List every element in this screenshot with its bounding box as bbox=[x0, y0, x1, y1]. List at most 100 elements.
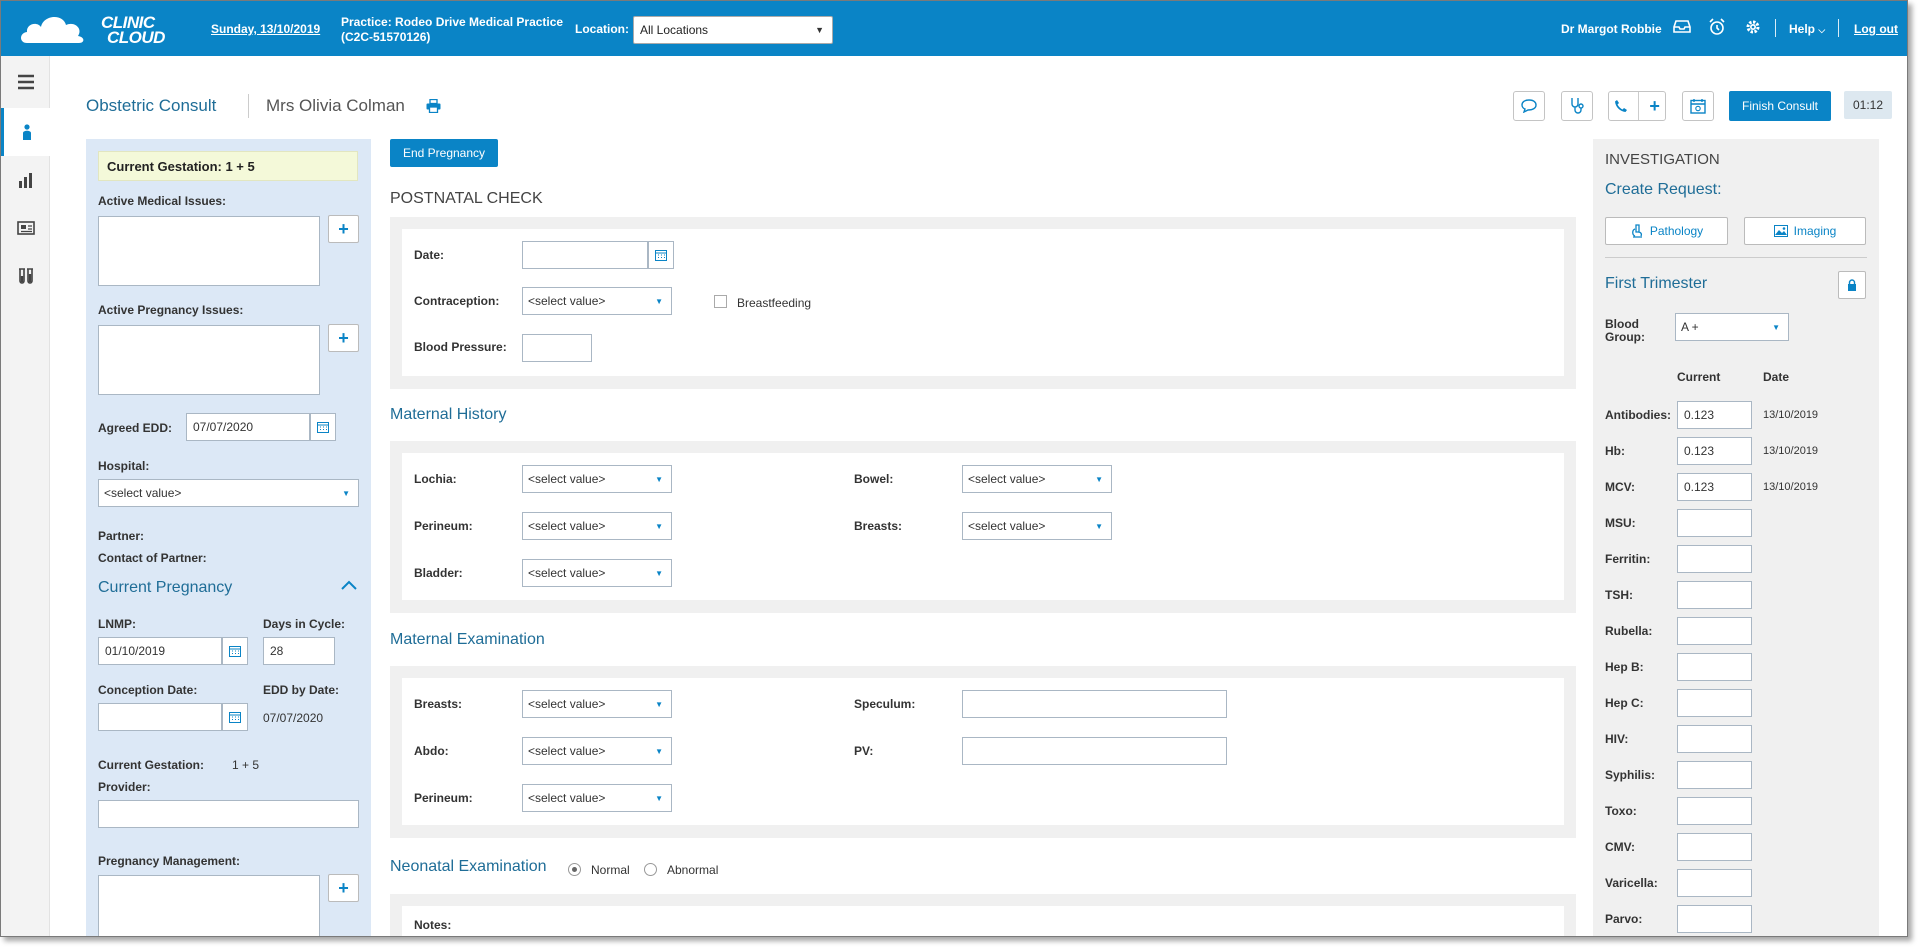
lnmp-input[interactable]: 01/10/2019 bbox=[98, 637, 222, 665]
notes-label: Notes: bbox=[414, 918, 452, 932]
investigation-heading: INVESTIGATION bbox=[1605, 151, 1720, 168]
select-value: <select value> bbox=[528, 519, 606, 533]
calendar-icon[interactable] bbox=[222, 703, 248, 731]
calendar-icon[interactable] bbox=[648, 241, 674, 269]
help-menu[interactable]: Help ⌵ bbox=[1789, 22, 1825, 36]
add-pregnancy-issue-button[interactable]: + bbox=[328, 324, 359, 352]
test-label: Toxo: bbox=[1605, 804, 1637, 818]
test-value-input[interactable] bbox=[1677, 797, 1752, 825]
phone-icon[interactable] bbox=[1614, 99, 1628, 113]
date-link[interactable]: Sunday, 13/10/2019 bbox=[211, 22, 320, 36]
calendar-button[interactable] bbox=[1682, 91, 1714, 121]
pathology-button[interactable]: Pathology bbox=[1605, 217, 1728, 245]
add-pregnancy-management-button[interactable]: + bbox=[328, 874, 359, 902]
test-value-input[interactable] bbox=[1677, 509, 1752, 537]
test-label: MCV: bbox=[1605, 480, 1635, 494]
test-value-input[interactable] bbox=[1677, 545, 1752, 573]
inbox-icon[interactable] bbox=[1673, 18, 1693, 38]
stethoscope-button[interactable] bbox=[1561, 91, 1593, 121]
news-icon[interactable] bbox=[1, 204, 50, 252]
days-in-cycle-input[interactable]: 28 bbox=[263, 637, 335, 665]
calendar-icon[interactable] bbox=[222, 637, 248, 665]
speculum-input[interactable] bbox=[962, 690, 1227, 718]
active-pregnancy-issues-textarea[interactable] bbox=[98, 325, 320, 395]
test-value-input[interactable]: 0.123 bbox=[1677, 473, 1752, 501]
conception-date-input[interactable] bbox=[98, 703, 222, 731]
patient-name[interactable]: Mrs Olivia Colman bbox=[266, 96, 405, 116]
hospital-select[interactable]: <select value> ▼ bbox=[98, 479, 359, 507]
gear-icon[interactable] bbox=[1744, 18, 1764, 38]
lab-icon[interactable] bbox=[1, 252, 50, 300]
blood-group-label: Blood Group: bbox=[1605, 317, 1645, 344]
current-pregnancy-heading[interactable]: Current Pregnancy bbox=[98, 579, 232, 597]
chart-icon[interactable] bbox=[1, 156, 50, 204]
test-value-input[interactable] bbox=[1677, 833, 1752, 861]
lock-button[interactable] bbox=[1838, 271, 1866, 299]
alarm-clock-icon[interactable] bbox=[1708, 18, 1728, 38]
clinic-cloud-logo[interactable]: CLINIC CLOUD bbox=[19, 7, 179, 51]
test-value-input[interactable] bbox=[1677, 689, 1752, 717]
test-value-input[interactable] bbox=[1677, 617, 1752, 645]
exam-breasts-select[interactable]: <select value> ▼ bbox=[522, 690, 672, 718]
menu-icon[interactable] bbox=[1, 58, 50, 106]
chevron-up-icon[interactable] bbox=[340, 579, 358, 594]
contraception-select[interactable]: <select value> ▼ bbox=[522, 287, 672, 315]
plus-icon[interactable]: + bbox=[1649, 96, 1660, 117]
test-value-input[interactable] bbox=[1677, 653, 1752, 681]
exam-perineum-select[interactable]: <select value> ▼ bbox=[522, 784, 672, 812]
add-medical-issue-button[interactable]: + bbox=[328, 215, 359, 243]
pv-input[interactable] bbox=[962, 737, 1227, 765]
test-value-input[interactable]: 0.123 bbox=[1677, 401, 1752, 429]
divider bbox=[1838, 19, 1839, 37]
date-column-header: Date bbox=[1763, 370, 1790, 384]
test-label: Ferritin: bbox=[1605, 552, 1651, 566]
user-name[interactable]: Dr Margot Robbie bbox=[1561, 22, 1662, 36]
test-value-input[interactable] bbox=[1677, 761, 1752, 789]
test-label: Hep C: bbox=[1605, 696, 1644, 710]
select-value: <select value> bbox=[528, 791, 606, 805]
abdo-select[interactable]: <select value> ▼ bbox=[522, 737, 672, 765]
test-value-input[interactable] bbox=[1677, 581, 1752, 609]
imaging-button[interactable]: Imaging bbox=[1744, 217, 1866, 245]
chevron-down-icon: ⌵ bbox=[1818, 25, 1826, 35]
test-value-input[interactable] bbox=[1677, 725, 1752, 753]
test-label: Varicella: bbox=[1605, 876, 1658, 890]
lochia-select[interactable]: <select value> ▼ bbox=[522, 465, 672, 493]
bladder-select[interactable]: <select value> ▼ bbox=[522, 559, 672, 587]
print-icon[interactable] bbox=[426, 98, 441, 116]
select-value: <select value> bbox=[528, 472, 606, 486]
finish-consult-button[interactable]: Finish Consult bbox=[1729, 91, 1831, 121]
perineum-select[interactable]: <select value> ▼ bbox=[522, 512, 672, 540]
logout-link[interactable]: Log out bbox=[1854, 22, 1898, 36]
bowel-select[interactable]: <select value> ▼ bbox=[962, 465, 1112, 493]
provider-input[interactable] bbox=[98, 800, 359, 828]
current-gestation-label: Current Gestation: bbox=[98, 758, 205, 772]
test-value-input[interactable] bbox=[1677, 869, 1752, 897]
test-value-input[interactable] bbox=[1677, 905, 1752, 933]
plus-icon: + bbox=[338, 877, 349, 898]
consult-timer: 01:12 bbox=[1844, 91, 1892, 119]
abnormal-radio[interactable] bbox=[644, 863, 657, 876]
test-value-input[interactable]: 0.123 bbox=[1677, 437, 1752, 465]
chevron-down-icon: ▼ bbox=[1095, 475, 1103, 484]
breastfeeding-checkbox[interactable] bbox=[714, 295, 727, 308]
breasts-select[interactable]: <select value> ▼ bbox=[962, 512, 1112, 540]
test-label: Antibodies: bbox=[1605, 408, 1671, 422]
end-pregnancy-button[interactable]: End Pregnancy bbox=[390, 139, 498, 167]
calendar-icon[interactable] bbox=[310, 413, 336, 441]
agreed-edd-input[interactable]: 07/07/2020 bbox=[186, 413, 310, 441]
normal-radio[interactable] bbox=[568, 863, 581, 876]
chevron-down-icon: ▼ bbox=[655, 700, 663, 709]
active-medical-issues-textarea[interactable] bbox=[98, 216, 320, 286]
pregnancy-management-textarea[interactable] bbox=[98, 875, 320, 936]
divider bbox=[1775, 19, 1776, 37]
chat-button[interactable] bbox=[1513, 91, 1545, 121]
location-select[interactable]: All Locations ▼ bbox=[633, 16, 833, 44]
blood-group-select[interactable]: A + ▼ bbox=[1675, 313, 1789, 341]
patient-icon[interactable] bbox=[1, 108, 50, 156]
postnatal-date-input[interactable] bbox=[522, 241, 648, 269]
blood-pressure-input[interactable] bbox=[522, 334, 592, 362]
microscope-icon bbox=[1631, 224, 1642, 238]
call-button-group[interactable]: + bbox=[1608, 91, 1666, 121]
logo-line-2: CLOUD bbox=[107, 28, 165, 47]
